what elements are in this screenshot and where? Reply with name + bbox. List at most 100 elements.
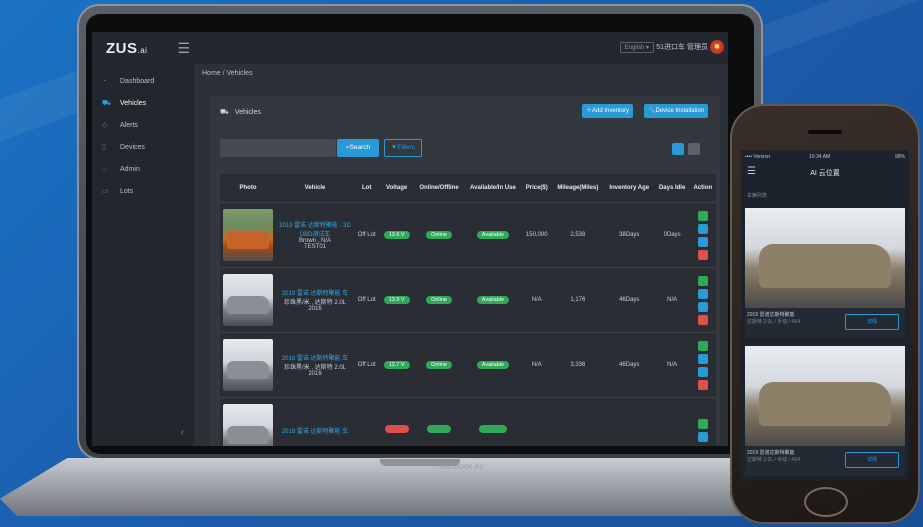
sidebar-item-admin[interactable]: ○ Admin [92, 158, 194, 180]
language-select[interactable]: English ▾ [619, 42, 654, 53]
lot-cell: Off Lot [354, 267, 380, 333]
breadcrumb: Home / Vehicles [202, 70, 253, 77]
lot-icon: ▭ [102, 188, 109, 195]
phone-subtitle: 车辆列表 [747, 193, 768, 199]
filters-button[interactable]: ▼Filters [384, 139, 422, 157]
online-badge: Online [426, 296, 452, 304]
col-action: Action [689, 174, 716, 203]
table-row[interactable]: 2019 雷诺 达斯特聚能 - 3D OBD测试车 Brown , N/A TEST… [220, 202, 716, 268]
history-icon[interactable] [697, 275, 708, 286]
voltage-badge: 13.6 V [383, 231, 410, 239]
online-badge: Online [426, 231, 452, 239]
price-cell: N/A [521, 332, 552, 398]
vehicle-link[interactable]: 2018 雷诺 达斯特聚能 车 [278, 288, 352, 297]
avatar[interactable] [710, 40, 724, 54]
phone-vehicle-photo [745, 208, 905, 308]
voltage-badge [384, 425, 409, 433]
sidebar-item-alerts[interactable]: ◇ Alerts [92, 114, 194, 136]
table-row[interactable]: 2018 雷诺 达斯特聚能 车珍珠黑/米 , 达斯特 2.0L 2016 Off … [220, 267, 716, 333]
table-row[interactable]: 2018 雷诺 达斯特聚能 车 [220, 397, 716, 446]
sidebar-item-devices[interactable]: ▯ Devices [92, 136, 194, 158]
locate-icon[interactable] [697, 288, 708, 299]
phone-home-button[interactable] [804, 487, 848, 517]
car-icon: ⛟ [220, 109, 229, 116]
mileage-cell: 1,176 [551, 267, 604, 333]
device-icon: ▯ [102, 144, 106, 151]
vehicle-link[interactable]: 2018 雷诺 达斯特聚能 车 [278, 353, 352, 362]
phone-details-button[interactable]: 详情 [845, 314, 899, 330]
bell-icon: ◇ [102, 122, 108, 129]
price-cell: N/A [521, 267, 552, 333]
locate-icon[interactable] [697, 223, 708, 234]
voltage-badge: 13.9 V [383, 296, 410, 304]
dashboard-icon: ◔ [102, 77, 107, 85]
delete-icon[interactable] [697, 379, 708, 390]
laptop-screen: ZUS.ai ☰ English ▾ 51进口车 管理员 ◔ Dashboard … [92, 32, 728, 446]
lot-cell: Off Lot [354, 202, 380, 268]
col-mileage: Mileage(Miles) [551, 174, 604, 203]
col-online: Online/Offline [413, 174, 465, 203]
panel-title: ⛟ Vehicles [220, 109, 261, 116]
sidebar-item-vehicles[interactable]: ⛟ Vehicles [92, 92, 194, 114]
edit-icon[interactable] [697, 366, 708, 377]
idle-cell: N/A [654, 267, 690, 333]
list-view-icon[interactable] [688, 143, 700, 155]
user-name[interactable]: 51进口车 管理员 [656, 42, 708, 52]
history-icon[interactable] [697, 418, 708, 429]
locate-icon[interactable] [697, 431, 708, 442]
history-icon[interactable] [697, 340, 708, 351]
col-age: Inventory Age [603, 174, 655, 203]
edit-icon[interactable] [697, 236, 708, 247]
phone-title: AI 云位置 [810, 170, 840, 177]
vehicles-table: Photo Vehicle Lot Voltage Online/Offline… [220, 174, 716, 446]
history-icon[interactable] [697, 210, 708, 221]
table-row[interactable]: 2018 雷诺 达斯特聚能 车珍珠黑/米 , 达斯特 2.0L 2016 Off … [220, 332, 716, 398]
sidebar: ◔ Dashboard ⛟ Vehicles ◇ Alerts ▯ Devices ○ A… [92, 64, 194, 446]
vehicle-link[interactable]: 2018 雷诺 达斯特聚能 车 [278, 426, 352, 435]
vehicle-photo[interactable] [223, 209, 273, 261]
vehicle-photo[interactable] [223, 339, 273, 391]
menu-toggle-icon[interactable]: ☰ [177, 40, 190, 57]
edit-icon[interactable] [697, 301, 708, 312]
sidebar-item-lots[interactable]: ▭ Lots [92, 180, 194, 202]
col-vehicle: Vehicle [276, 174, 354, 203]
online-badge [427, 425, 452, 433]
car-icon: ⛟ [102, 99, 111, 107]
phone-card-caption: 2019 雷诺达斯特聚能 达斯特 2.0L / 手动 / 4X4 [747, 450, 801, 463]
locate-icon[interactable] [697, 353, 708, 364]
grid-view-icon[interactable] [672, 143, 684, 155]
phone-speaker [808, 130, 842, 134]
delete-icon[interactable] [697, 249, 708, 260]
price-cell: 150,000 [521, 202, 552, 268]
delete-icon[interactable] [697, 314, 708, 325]
vehicles-panel: ⛟ Vehicles ＋Add Inventory 🔧Device Install… [210, 96, 720, 446]
sidebar-item-dashboard[interactable]: ◔ Dashboard [92, 70, 194, 92]
device-installation-button[interactable]: 🔧Device Installation [644, 104, 709, 118]
app-logo[interactable]: ZUS.ai [106, 40, 147, 57]
phone-card-caption: 2019 雷诺达斯特聚能 达斯特 2.0L / 手动 / 4X4 [747, 312, 801, 325]
sidebar-collapse-icon[interactable]: ‹ [181, 427, 184, 438]
idle-cell: N/A [654, 332, 690, 398]
vehicle-link[interactable]: 2019 雷诺 达斯特聚能 - 3D OBD测试车 [278, 220, 352, 238]
phone-vehicle-card[interactable]: 2019 雷诺达斯特聚能 达斯特 2.0L / 手动 / 4X4 详情 [745, 346, 905, 476]
phone-details-button[interactable]: 详情 [845, 452, 899, 468]
search-input[interactable] [220, 139, 336, 157]
add-inventory-button[interactable]: ＋Add Inventory [582, 104, 634, 118]
age-cell: 46Days [603, 267, 655, 333]
phone-screen: •••• Verizon 10:34 AM 99% ☰ AI 云位置 车辆列表 … [741, 150, 909, 480]
user-icon: ○ [102, 165, 107, 173]
phone-vehicle-card[interactable]: 2019 雷诺达斯特聚能 达斯特 2.0L / 手动 / 4X4 详情 [745, 208, 905, 338]
age-cell: 38Days [603, 202, 655, 268]
voltage-badge: 12.7 V [383, 361, 410, 369]
col-lot: Lot [354, 174, 380, 203]
col-photo: Photo [220, 174, 276, 203]
available-badge: Available [476, 231, 510, 239]
table-header-row: Photo Vehicle Lot Voltage Online/Offline… [220, 174, 716, 203]
available-badge: Available [476, 361, 510, 369]
vehicle-photo[interactable] [223, 274, 273, 326]
vehicle-photo[interactable] [223, 404, 273, 446]
online-badge: Online [426, 361, 452, 369]
search-button[interactable]: ⌕Search [337, 139, 379, 157]
phone-vehicle-photo [745, 346, 905, 446]
col-idle: Days Idle [654, 174, 690, 203]
